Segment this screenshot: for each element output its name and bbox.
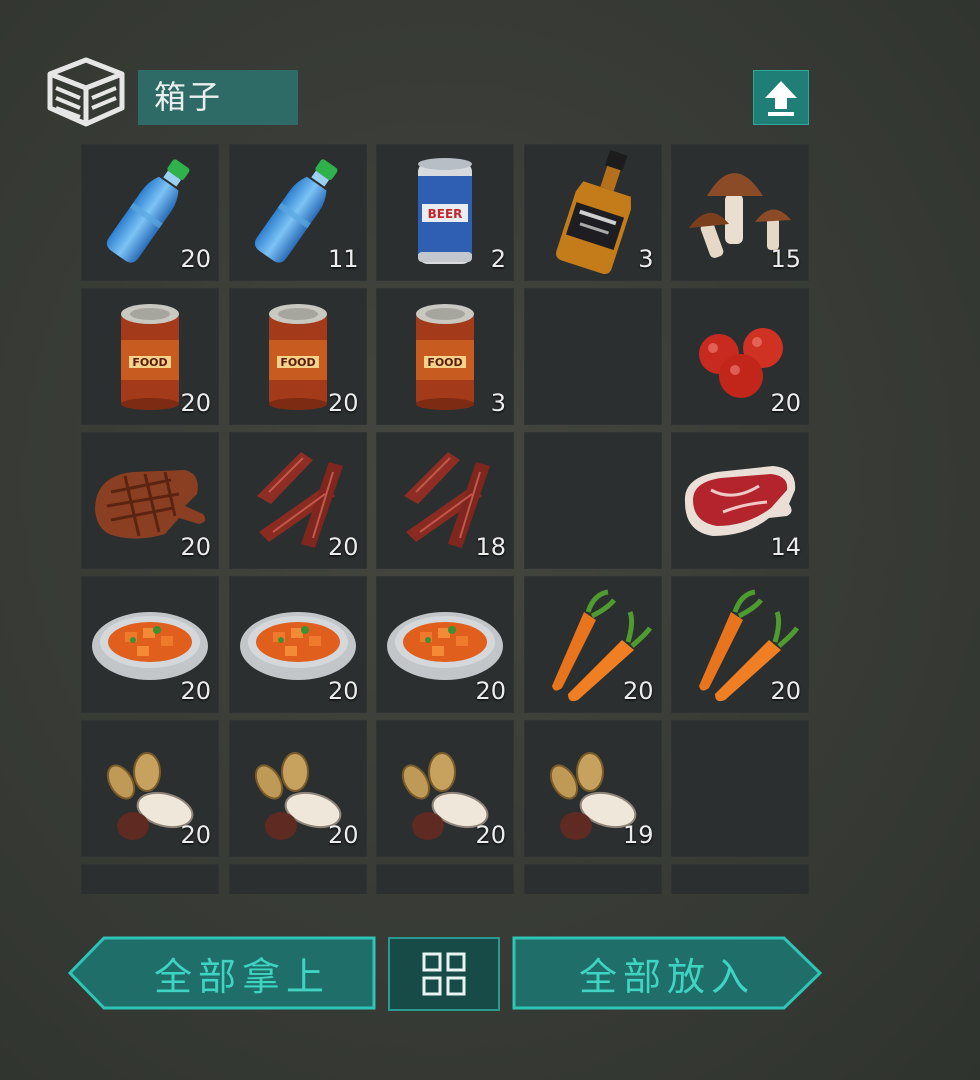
item-count: 11	[327, 245, 359, 273]
item-count: 20	[180, 245, 211, 273]
item-count: 20	[622, 677, 654, 705]
put-all-button[interactable]: 全部放入	[512, 936, 822, 1010]
item-count: 20	[327, 533, 359, 561]
item-count: 20	[475, 821, 506, 849]
inventory-slot[interactable]: 20	[228, 576, 367, 713]
item-count: 20	[327, 677, 359, 705]
svg-text:FOOD: FOOD	[427, 356, 462, 369]
inventory-slot[interactable]: 20	[228, 720, 367, 857]
inventory-slot[interactable]: FOOD 3	[376, 288, 514, 425]
item-count: 20	[327, 821, 359, 849]
item-count: 19	[622, 821, 654, 849]
item-count: 3	[638, 245, 654, 273]
item-count: 18	[475, 533, 506, 561]
item-count: 3	[490, 389, 506, 417]
item-count: 2	[490, 245, 506, 273]
svg-text:BEER: BEER	[428, 207, 463, 221]
inventory-slot[interactable]: 20	[523, 576, 662, 713]
inventory-slot[interactable]: 11	[228, 144, 367, 281]
inventory-slot[interactable]: FOOD 20	[81, 288, 219, 425]
put-all-label: 全部放入	[578, 954, 755, 999]
sort-grid-icon	[422, 952, 466, 996]
inventory-slot[interactable]: 20	[376, 720, 514, 857]
box-icon	[46, 56, 126, 128]
item-count: 20	[180, 389, 211, 417]
inventory-slot[interactable]: 14	[671, 432, 809, 569]
inventory-slot[interactable]: FOOD 20	[228, 288, 367, 425]
inventory-slot[interactable]: 19	[523, 720, 662, 857]
inventory-slot[interactable]: 20	[671, 576, 809, 713]
item-count: 20	[770, 677, 801, 705]
inventory-slot[interactable]: 20	[228, 432, 367, 569]
container-title: 箱子	[138, 70, 298, 125]
inventory-slot[interactable]: 15	[671, 144, 809, 281]
upload-arrow-icon	[765, 80, 797, 116]
inventory-slot[interactable]: 18	[376, 432, 514, 569]
item-count: 20	[180, 821, 211, 849]
inventory-slot[interactable]: BEER 2	[376, 144, 514, 281]
inventory-slot[interactable]	[523, 288, 662, 425]
take-all-label: 全部拿上	[153, 954, 330, 999]
inventory-slot[interactable]: 20	[81, 720, 219, 857]
inventory-slot[interactable]	[81, 864, 219, 894]
inventory-slot[interactable]: 20	[81, 576, 219, 713]
inventory-slot[interactable]: 20	[81, 144, 219, 281]
inventory-slot[interactable]: 20	[671, 288, 809, 425]
inventory-slot[interactable]	[671, 864, 809, 894]
item-count: 20	[475, 677, 506, 705]
sort-button[interactable]	[388, 937, 500, 1011]
item-count: 20	[327, 389, 359, 417]
take-all-button[interactable]: 全部拿上	[68, 936, 376, 1010]
item-count: 15	[770, 245, 801, 273]
inventory-slot[interactable]	[523, 864, 662, 894]
item-count: 20	[180, 533, 211, 561]
item-count: 20	[770, 389, 801, 417]
inventory-slot[interactable]	[228, 864, 367, 894]
inventory-slot[interactable]: 3	[523, 144, 662, 281]
item-count: 20	[180, 677, 211, 705]
inventory-slot[interactable]	[671, 720, 809, 857]
inventory-slot[interactable]: 20	[376, 576, 514, 713]
svg-text:FOOD: FOOD	[280, 356, 315, 369]
item-count: 14	[770, 533, 801, 561]
inventory-slot[interactable]	[523, 432, 662, 569]
transfer-button[interactable]	[753, 70, 809, 125]
inventory-slot[interactable]	[376, 864, 514, 894]
inventory-slot[interactable]: 20	[81, 432, 219, 569]
inventory-grid: 20 11 BEER 2 3 15 FOOD 20 FOOD 20 FOOD 3…	[81, 144, 809, 894]
svg-text:FOOD: FOOD	[132, 356, 167, 369]
